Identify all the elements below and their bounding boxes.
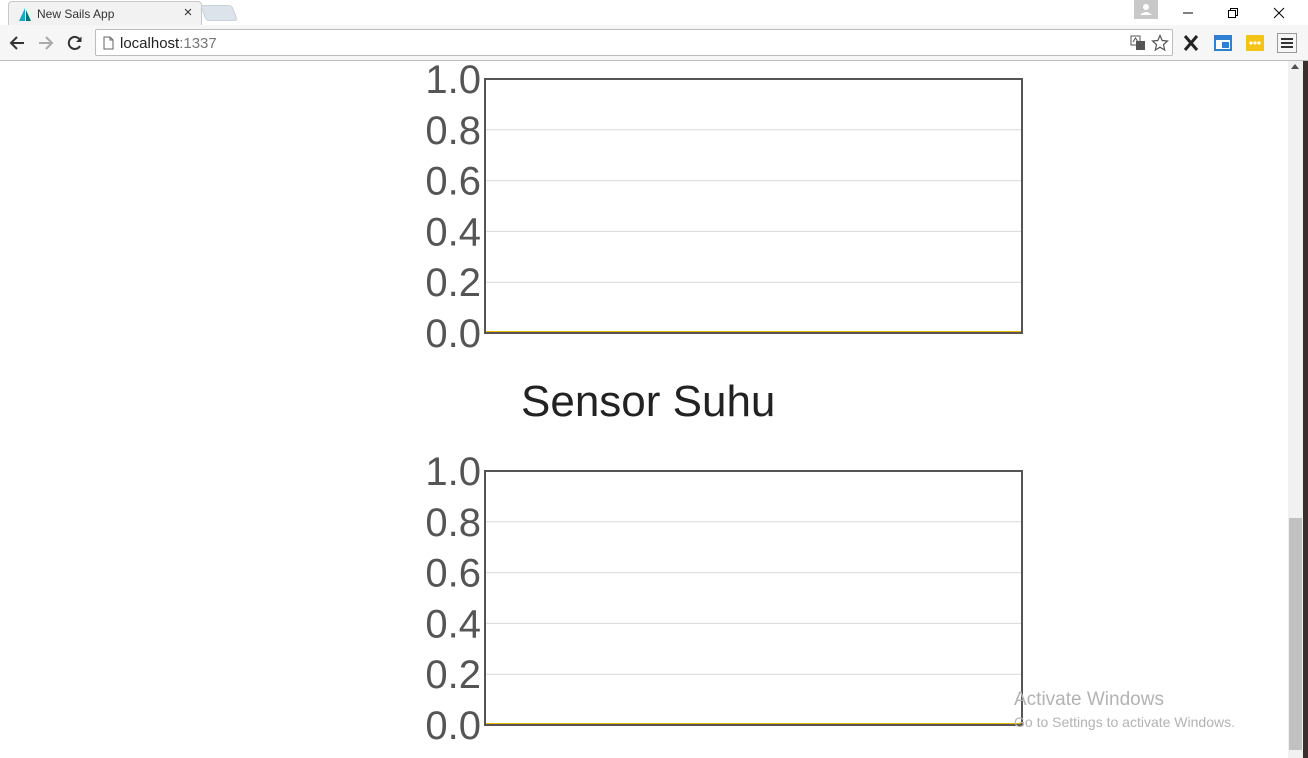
scroll-up-arrow-icon[interactable] bbox=[1291, 64, 1299, 69]
dots-extension-button[interactable] bbox=[1244, 32, 1266, 54]
dots-extension-icon bbox=[1246, 35, 1264, 51]
watermark-subtitle: Go to Settings to activate Windows. bbox=[1014, 714, 1235, 730]
url-text: localhost:1337 bbox=[120, 35, 217, 52]
page-icon bbox=[103, 36, 114, 50]
url-port: :1337 bbox=[179, 35, 217, 52]
minimize-button[interactable] bbox=[1165, 0, 1211, 25]
line-chart-top: 1.0 0.8 0.6 0.4 0.2 0.0 bbox=[425, 61, 1023, 351]
line-chart-sensor-suhu: 1.0 0.8 0.6 0.4 0.2 0.0 bbox=[425, 453, 1023, 743]
close-window-button[interactable] bbox=[1256, 0, 1302, 25]
url-host: localhost bbox=[120, 35, 180, 52]
forward-button[interactable] bbox=[34, 31, 58, 55]
new-tab-button[interactable] bbox=[200, 5, 238, 21]
page-viewport: 1.0 0.8 0.6 0.4 0.2 0.0 Sensor Suhu 1.0 0.8 0.6… bbox=[0, 61, 1288, 758]
tab-title: New Sails App bbox=[37, 7, 115, 21]
reload-icon bbox=[67, 35, 82, 50]
windows-activation-watermark: Activate Windows Go to Settings to activ… bbox=[1014, 689, 1235, 730]
restore-icon bbox=[1228, 7, 1238, 18]
y-tick-label: 0.8 bbox=[425, 501, 481, 545]
y-tick-label: 0.2 bbox=[425, 653, 481, 697]
menu-button[interactable] bbox=[1276, 32, 1298, 54]
sails-logo-icon bbox=[19, 8, 31, 21]
x-extension-icon bbox=[1183, 35, 1199, 51]
y-tick-label: 0.4 bbox=[425, 210, 481, 254]
reload-button[interactable] bbox=[63, 31, 87, 55]
y-tick-label: 0.8 bbox=[425, 109, 481, 153]
translate-icon[interactable] bbox=[1129, 34, 1147, 52]
watermark-title: Activate Windows bbox=[1014, 689, 1164, 710]
window-extension-button[interactable] bbox=[1212, 32, 1234, 54]
tab-close-button[interactable]: × bbox=[181, 5, 195, 21]
desktop-edge bbox=[1303, 61, 1308, 758]
hamburger-menu-icon bbox=[1277, 33, 1297, 53]
browser-toolbar: localhost:1337 bbox=[0, 25, 1308, 61]
scrollbar-thumb[interactable] bbox=[1289, 518, 1302, 750]
address-bar[interactable]: localhost:1337 bbox=[95, 29, 1173, 56]
y-tick-label: 0.0 bbox=[425, 312, 481, 351]
forward-arrow-icon bbox=[39, 36, 54, 50]
close-icon bbox=[1273, 7, 1285, 18]
page-title: Sensor Suhu bbox=[521, 377, 776, 426]
restore-button[interactable] bbox=[1210, 0, 1256, 25]
y-tick-label: 0.2 bbox=[425, 261, 481, 305]
y-tick-label: 0.6 bbox=[425, 160, 481, 204]
y-tick-label: 0.4 bbox=[425, 602, 481, 646]
y-tick-label: 1.0 bbox=[425, 61, 481, 102]
y-tick-label: 1.0 bbox=[425, 453, 481, 494]
back-button[interactable] bbox=[5, 31, 29, 55]
translate-glyph-icon bbox=[1130, 35, 1145, 50]
y-tick-label: 0.6 bbox=[425, 552, 481, 596]
plot-frame bbox=[484, 78, 1023, 334]
bookmark-star-icon[interactable] bbox=[1151, 34, 1169, 52]
browser-tab[interactable]: New Sails App × bbox=[8, 1, 202, 25]
title-bar: New Sails App × bbox=[0, 0, 1308, 25]
plot-frame bbox=[484, 470, 1023, 726]
window-extension-icon bbox=[1214, 35, 1232, 51]
y-tick-label: 0.0 bbox=[425, 704, 481, 743]
back-arrow-icon bbox=[9, 36, 24, 50]
star-icon bbox=[1151, 34, 1169, 52]
person-icon bbox=[1140, 4, 1152, 15]
profile-button[interactable] bbox=[1134, 0, 1158, 19]
minimize-icon bbox=[1183, 12, 1193, 13]
x-extension-button[interactable] bbox=[1180, 32, 1202, 54]
